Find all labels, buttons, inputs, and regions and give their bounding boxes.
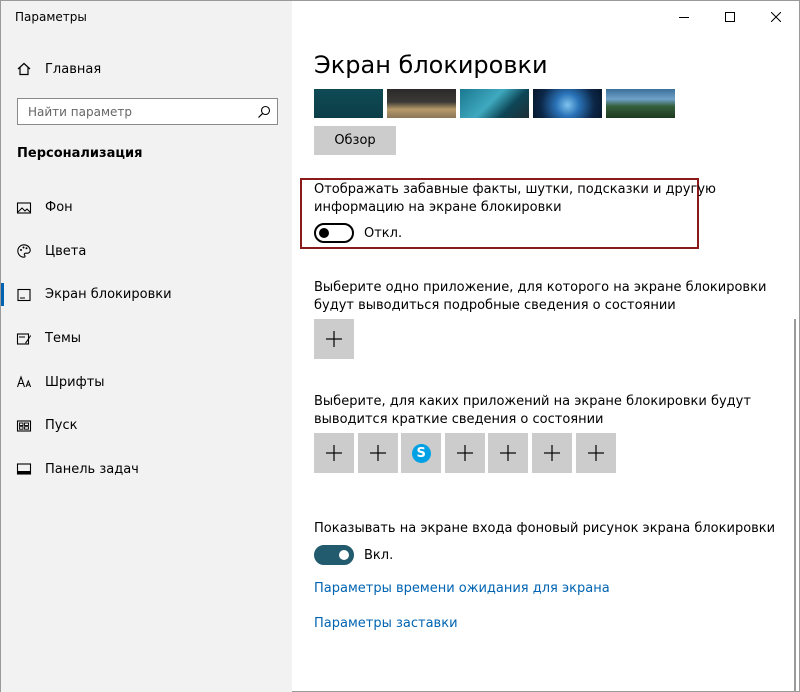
fun-facts-label-line2: информацию на экране блокировки (314, 200, 562, 215)
sidebar-item-label: Экран блокировки (45, 287, 172, 303)
sidebar-item-label: Панель задач (45, 461, 139, 477)
quick-status-add-button[interactable] (531, 433, 572, 473)
toggle-knob (339, 550, 349, 560)
close-button[interactable] (753, 1, 799, 32)
quick-status-add-button[interactable] (357, 433, 398, 473)
background-thumbnail[interactable] (387, 89, 456, 118)
fun-facts-toggle-row: Откл. (314, 223, 402, 243)
plus-icon (369, 445, 386, 461)
quick-status-add-button[interactable] (444, 433, 485, 473)
quick-status-line1: Выберите, для каких приложений на экране… (314, 394, 751, 409)
fun-facts-toggle[interactable] (314, 223, 354, 243)
settings-window: Параметры Главная Персонализация Фон (0, 0, 800, 692)
show-background-state: Вкл. (364, 547, 394, 563)
picture-icon (15, 199, 33, 217)
sidebar: Параметры Главная Персонализация Фон (1, 1, 292, 692)
taskbar-icon (15, 460, 33, 478)
sidebar-item-fonts[interactable]: Шрифты (1, 360, 292, 404)
fun-facts-label: Отображать забавные факты, шутки, подска… (314, 181, 716, 217)
skype-icon: S (411, 443, 431, 463)
sidebar-item-label: Фон (45, 200, 73, 216)
search-icon[interactable] (257, 104, 271, 118)
quick-status-label: Выберите, для каких приложений на экране… (314, 393, 751, 429)
home-label: Главная (45, 61, 102, 77)
plus-icon (326, 331, 342, 347)
section-title: Персонализация (17, 146, 143, 161)
plus-icon (543, 445, 560, 461)
background-thumbnail[interactable] (606, 89, 675, 118)
sidebar-item-lock-screen[interactable]: Экран блокировки (1, 273, 292, 317)
detailed-status-label: Выберите одно приложение, для которого н… (314, 279, 766, 315)
palette-icon (15, 242, 33, 260)
sidebar-item-taskbar[interactable]: Панель задач (1, 448, 292, 492)
close-icon (771, 11, 781, 22)
sidebar-item-background[interactable]: Фон (1, 186, 292, 230)
quick-status-add-button[interactable] (575, 433, 616, 473)
scrollbar[interactable] (794, 319, 796, 692)
plus-icon (456, 445, 473, 461)
plus-icon (587, 445, 604, 461)
quick-status-skype-button[interactable]: S (401, 433, 442, 473)
page-title: Экран блокировки (314, 51, 548, 79)
fun-facts-state: Откл. (364, 225, 403, 241)
background-thumbnail[interactable] (314, 89, 383, 118)
home-icon (15, 60, 33, 78)
detailed-status-line2: будут выводиться подробные сведения о со… (314, 298, 676, 313)
themes-icon (15, 330, 33, 348)
nav-list: Фон Цвета Экран блокировки Темы Шрифты П… (1, 186, 292, 491)
minimize-icon (679, 16, 689, 18)
sidebar-item-start[interactable]: Пуск (1, 404, 292, 448)
plus-icon (326, 445, 342, 461)
detailed-status-line1: Выберите одно приложение, для которого н… (314, 280, 767, 295)
minimize-button[interactable] (661, 1, 707, 32)
show-background-toggle-row: Вкл. (314, 545, 393, 565)
quick-status-add-button[interactable] (488, 433, 529, 473)
sidebar-item-label: Темы (45, 331, 82, 347)
toggle-knob (319, 228, 329, 238)
fonts-icon (15, 373, 33, 391)
background-thumbnail[interactable] (460, 89, 529, 118)
sidebar-item-label: Цвета (45, 243, 87, 259)
background-thumbnail[interactable] (533, 89, 602, 118)
plus-icon (500, 445, 517, 461)
sidebar-item-themes[interactable]: Темы (1, 317, 292, 361)
home-nav-item[interactable]: Главная (15, 59, 101, 79)
screen-timeout-link[interactable]: Параметры времени ожидания для экрана (314, 581, 610, 596)
search-input[interactable] (18, 99, 250, 124)
sidebar-item-label: Шрифты (45, 374, 105, 390)
window-controls (661, 1, 799, 32)
detailed-status-add-button[interactable] (314, 319, 354, 359)
search-box[interactable] (17, 98, 278, 125)
quick-status-add-button[interactable] (314, 433, 354, 473)
app-title: Параметры (15, 10, 87, 24)
show-background-toggle[interactable] (314, 545, 354, 565)
browse-button[interactable]: Обзор (314, 126, 396, 155)
quick-status-slots: S (314, 433, 616, 473)
show-background-label: Показывать на экране входа фоновый рисун… (314, 521, 776, 536)
quick-status-line2: выводится краткие сведения о состоянии (314, 412, 604, 427)
maximize-button[interactable] (707, 1, 753, 32)
lock-screen-icon (15, 286, 33, 304)
fun-facts-label-line1: Отображать забавные факты, шутки, подска… (314, 182, 716, 197)
screensaver-link[interactable]: Параметры заставки (314, 616, 458, 631)
background-thumbnails (314, 89, 675, 118)
maximize-icon (725, 11, 735, 22)
sidebar-item-label: Пуск (45, 418, 78, 434)
start-icon (15, 417, 33, 435)
sidebar-item-colors[interactable]: Цвета (1, 230, 292, 274)
